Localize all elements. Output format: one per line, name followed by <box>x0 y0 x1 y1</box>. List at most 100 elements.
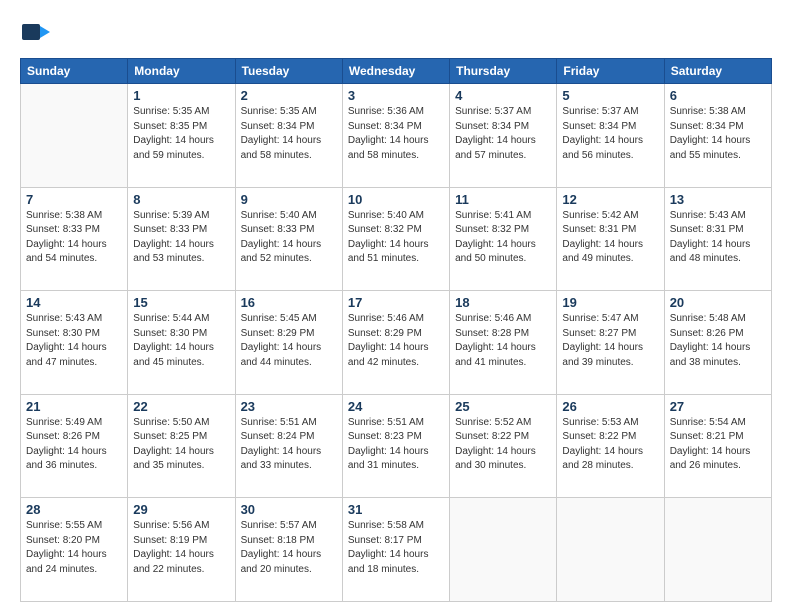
calendar-cell: 15 Sunrise: 5:44 AM Sunset: 8:30 PM Dayli… <box>128 291 235 395</box>
day-number: 14 <box>26 295 122 310</box>
calendar-cell <box>450 498 557 602</box>
day-number: 20 <box>670 295 766 310</box>
calendar-header-tuesday: Tuesday <box>235 59 342 84</box>
day-number: 18 <box>455 295 551 310</box>
day-info: Sunrise: 5:50 AM Sunset: 8:25 PM Dayligh… <box>133 416 229 474</box>
header <box>20 16 772 48</box>
day-info: Sunrise: 5:35 AM Sunset: 8:35 PM Dayligh… <box>133 105 229 163</box>
calendar-header-wednesday: Wednesday <box>342 59 449 84</box>
calendar-week-3: 14 Sunrise: 5:43 AM Sunset: 8:30 PM Dayli… <box>21 291 772 395</box>
day-number: 2 <box>241 88 337 103</box>
day-info: Sunrise: 5:35 AM Sunset: 8:34 PM Dayligh… <box>241 105 337 163</box>
day-number: 31 <box>348 502 444 517</box>
calendar-week-5: 28 Sunrise: 5:55 AM Sunset: 8:20 PM Dayli… <box>21 498 772 602</box>
calendar-cell: 17 Sunrise: 5:46 AM Sunset: 8:29 PM Dayli… <box>342 291 449 395</box>
calendar-cell: 14 Sunrise: 5:43 AM Sunset: 8:30 PM Dayli… <box>21 291 128 395</box>
calendar-cell: 4 Sunrise: 5:37 AM Sunset: 8:34 PM Daylig… <box>450 84 557 188</box>
day-number: 21 <box>26 399 122 414</box>
day-info: Sunrise: 5:38 AM Sunset: 8:34 PM Dayligh… <box>670 105 766 163</box>
day-number: 11 <box>455 192 551 207</box>
calendar-cell: 9Sunrise: 5:40 AM Sunset: 8:33 PM Daylig… <box>235 187 342 291</box>
calendar-header-monday: Monday <box>128 59 235 84</box>
calendar-cell <box>664 498 771 602</box>
calendar-cell: 18 Sunrise: 5:46 AM Sunset: 8:28 PM Dayli… <box>450 291 557 395</box>
day-number: 16 <box>241 295 337 310</box>
calendar-cell: 23 Sunrise: 5:51 AM Sunset: 8:24 PM Dayli… <box>235 394 342 498</box>
day-info: Sunrise: 5:58 AM Sunset: 8:17 PM Dayligh… <box>348 519 444 577</box>
day-number: 22 <box>133 399 229 414</box>
day-number: 12 <box>562 192 658 207</box>
calendar-header-thursday: Thursday <box>450 59 557 84</box>
day-number: 28 <box>26 502 122 517</box>
calendar-week-1: 1 Sunrise: 5:35 AM Sunset: 8:35 PM Daylig… <box>21 84 772 188</box>
day-info: Sunrise: 5:56 AM Sunset: 8:19 PM Dayligh… <box>133 519 229 577</box>
day-info: Sunrise: 5:57 AM Sunset: 8:18 PM Dayligh… <box>241 519 337 577</box>
day-number: 6 <box>670 88 766 103</box>
day-info: Sunrise: 5:40 AM Sunset: 8:33 PM Dayligh… <box>241 209 337 267</box>
calendar-cell: 22 Sunrise: 5:50 AM Sunset: 8:25 PM Dayli… <box>128 394 235 498</box>
day-info: Sunrise: 5:37 AM Sunset: 8:34 PM Dayligh… <box>455 105 551 163</box>
calendar-cell <box>21 84 128 188</box>
day-info: Sunrise: 5:45 AM Sunset: 8:29 PM Dayligh… <box>241 312 337 370</box>
calendar-cell: 25 Sunrise: 5:52 AM Sunset: 8:22 PM Dayli… <box>450 394 557 498</box>
day-number: 1 <box>133 88 229 103</box>
calendar-cell: 24Sunrise: 5:51 AM Sunset: 8:23 PM Dayli… <box>342 394 449 498</box>
day-number: 27 <box>670 399 766 414</box>
day-info: Sunrise: 5:53 AM Sunset: 8:22 PM Dayligh… <box>562 416 658 474</box>
day-info: Sunrise: 5:43 AM Sunset: 8:30 PM Dayligh… <box>26 312 122 370</box>
day-info: Sunrise: 5:49 AM Sunset: 8:26 PM Dayligh… <box>26 416 122 474</box>
calendar-header-row: SundayMondayTuesdayWednesdayThursdayFrid… <box>21 59 772 84</box>
day-info: Sunrise: 5:48 AM Sunset: 8:26 PM Dayligh… <box>670 312 766 370</box>
day-number: 5 <box>562 88 658 103</box>
calendar-cell <box>557 498 664 602</box>
day-number: 15 <box>133 295 229 310</box>
day-info: Sunrise: 5:47 AM Sunset: 8:27 PM Dayligh… <box>562 312 658 370</box>
calendar-cell: 1 Sunrise: 5:35 AM Sunset: 8:35 PM Daylig… <box>128 84 235 188</box>
day-number: 8 <box>133 192 229 207</box>
day-info: Sunrise: 5:46 AM Sunset: 8:28 PM Dayligh… <box>455 312 551 370</box>
logo-icon <box>20 16 52 48</box>
calendar-week-4: 21 Sunrise: 5:49 AM Sunset: 8:26 PM Dayli… <box>21 394 772 498</box>
calendar-cell: 6 Sunrise: 5:38 AM Sunset: 8:34 PM Daylig… <box>664 84 771 188</box>
calendar-cell: 2 Sunrise: 5:35 AM Sunset: 8:34 PM Daylig… <box>235 84 342 188</box>
calendar-cell: 31 Sunrise: 5:58 AM Sunset: 8:17 PM Dayli… <box>342 498 449 602</box>
day-number: 17 <box>348 295 444 310</box>
calendar-cell: 3Sunrise: 5:36 AM Sunset: 8:34 PM Daylig… <box>342 84 449 188</box>
day-number: 26 <box>562 399 658 414</box>
calendar-cell: 16 Sunrise: 5:45 AM Sunset: 8:29 PM Dayli… <box>235 291 342 395</box>
day-info: Sunrise: 5:40 AM Sunset: 8:32 PM Dayligh… <box>348 209 444 267</box>
page: SundayMondayTuesdayWednesdayThursdayFrid… <box>0 0 792 612</box>
day-number: 19 <box>562 295 658 310</box>
day-number: 30 <box>241 502 337 517</box>
day-info: Sunrise: 5:43 AM Sunset: 8:31 PM Dayligh… <box>670 209 766 267</box>
calendar-cell: 28 Sunrise: 5:55 AM Sunset: 8:20 PM Dayli… <box>21 498 128 602</box>
calendar-cell: 30 Sunrise: 5:57 AM Sunset: 8:18 PM Dayli… <box>235 498 342 602</box>
calendar-cell: 7 Sunrise: 5:38 AM Sunset: 8:33 PM Daylig… <box>21 187 128 291</box>
calendar-cell: 11Sunrise: 5:41 AM Sunset: 8:32 PM Dayli… <box>450 187 557 291</box>
calendar-cell: 20 Sunrise: 5:48 AM Sunset: 8:26 PM Dayli… <box>664 291 771 395</box>
day-info: Sunrise: 5:55 AM Sunset: 8:20 PM Dayligh… <box>26 519 122 577</box>
day-info: Sunrise: 5:44 AM Sunset: 8:30 PM Dayligh… <box>133 312 229 370</box>
calendar-cell: 26 Sunrise: 5:53 AM Sunset: 8:22 PM Dayli… <box>557 394 664 498</box>
calendar-cell: 21 Sunrise: 5:49 AM Sunset: 8:26 PM Dayli… <box>21 394 128 498</box>
day-info: Sunrise: 5:52 AM Sunset: 8:22 PM Dayligh… <box>455 416 551 474</box>
calendar-cell: 27 Sunrise: 5:54 AM Sunset: 8:21 PM Dayli… <box>664 394 771 498</box>
day-number: 4 <box>455 88 551 103</box>
calendar-cell: 19 Sunrise: 5:47 AM Sunset: 8:27 PM Dayli… <box>557 291 664 395</box>
day-info: Sunrise: 5:42 AM Sunset: 8:31 PM Dayligh… <box>562 209 658 267</box>
calendar-cell: 8 Sunrise: 5:39 AM Sunset: 8:33 PM Daylig… <box>128 187 235 291</box>
calendar-cell: 10Sunrise: 5:40 AM Sunset: 8:32 PM Dayli… <box>342 187 449 291</box>
day-info: Sunrise: 5:36 AM Sunset: 8:34 PM Dayligh… <box>348 105 444 163</box>
calendar-week-2: 7 Sunrise: 5:38 AM Sunset: 8:33 PM Daylig… <box>21 187 772 291</box>
day-number: 23 <box>241 399 337 414</box>
day-info: Sunrise: 5:54 AM Sunset: 8:21 PM Dayligh… <box>670 416 766 474</box>
day-info: Sunrise: 5:39 AM Sunset: 8:33 PM Dayligh… <box>133 209 229 267</box>
day-number: 29 <box>133 502 229 517</box>
day-info: Sunrise: 5:38 AM Sunset: 8:33 PM Dayligh… <box>26 209 122 267</box>
day-number: 7 <box>26 192 122 207</box>
day-number: 25 <box>455 399 551 414</box>
day-info: Sunrise: 5:46 AM Sunset: 8:29 PM Dayligh… <box>348 312 444 370</box>
calendar-header-saturday: Saturday <box>664 59 771 84</box>
day-number: 13 <box>670 192 766 207</box>
day-info: Sunrise: 5:51 AM Sunset: 8:24 PM Dayligh… <box>241 416 337 474</box>
